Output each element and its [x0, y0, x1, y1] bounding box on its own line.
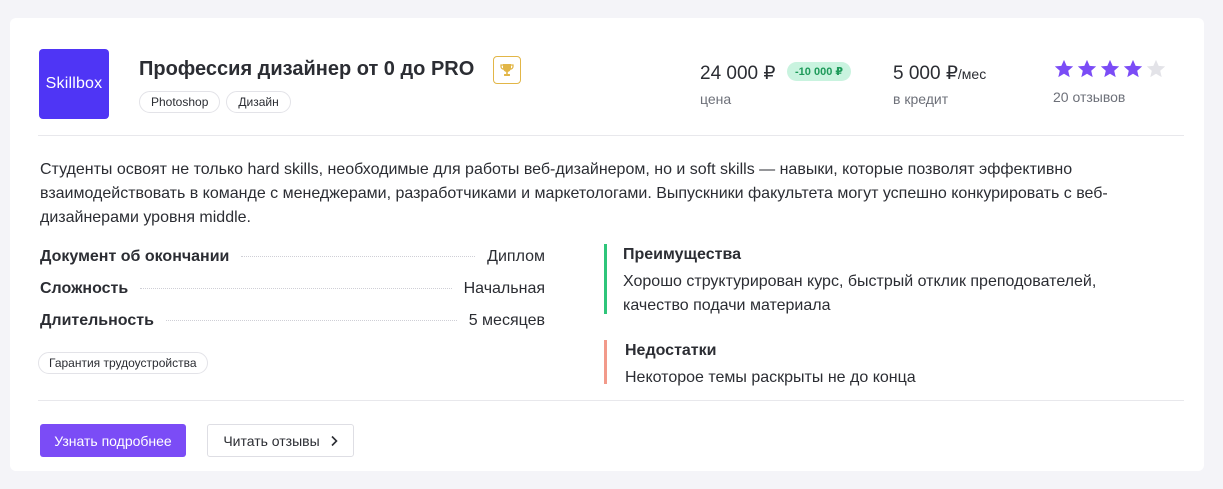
- spec-value: Начальная: [463, 280, 545, 297]
- trophy-icon: [493, 56, 521, 84]
- spec-label: Документ об окончании: [40, 248, 230, 265]
- spec-row-duration: Длительность 5 месяцев: [40, 312, 545, 344]
- school-logo[interactable]: Skillbox: [39, 49, 109, 119]
- spec-label: Длительность: [40, 312, 154, 329]
- guarantee-badge: Гарантия трудоустройства: [38, 352, 208, 374]
- rating-block: 20 отзывов: [1053, 58, 1167, 105]
- course-tags: Photoshop Дизайн: [139, 91, 291, 113]
- cons-title: Недостатки: [625, 342, 717, 359]
- learn-more-button[interactable]: Узнать подробнее: [40, 424, 186, 457]
- star-rating: [1053, 58, 1167, 80]
- spec-value: 5 месяцев: [468, 312, 545, 329]
- price-label: цена: [700, 91, 732, 107]
- divider: [38, 400, 1184, 401]
- price-value: 24 000 ₽: [700, 63, 776, 84]
- star-icon: [1146, 59, 1166, 78]
- spec-leader: [165, 320, 457, 321]
- tag-photoshop[interactable]: Photoshop: [139, 91, 221, 113]
- course-description: Студенты освоят не только hard skills, н…: [40, 161, 1108, 226]
- spec-value: Диплом: [487, 248, 545, 265]
- reviews-count[interactable]: 20 отзывов: [1053, 89, 1167, 105]
- cons-block: Недостатки Некоторое темы раскрыты не до…: [604, 340, 1155, 386]
- chevron-right-icon: [331, 435, 338, 446]
- spec-leader: [140, 288, 452, 289]
- course-card: Skillbox Профессия дизайнер от 0 до PRO …: [10, 18, 1204, 471]
- star-icon: [1054, 59, 1074, 78]
- spec-leader: [241, 256, 476, 257]
- pros-block: Преимущества Хорошо структурирован курс,…: [604, 244, 1153, 314]
- credit-label: в кредит: [893, 91, 949, 107]
- cons-text: Некоторое темы раскрыты не до конца: [625, 369, 916, 386]
- course-title[interactable]: Профессия дизайнер от 0 до PRO: [139, 58, 474, 81]
- read-reviews-label: Читать отзывы: [223, 432, 320, 449]
- star-icon: [1123, 59, 1143, 78]
- course-specs: Документ об окончании Диплом Сложность Н…: [40, 248, 545, 344]
- credit-unit: /мес: [957, 66, 987, 82]
- credit-value: 5 000 ₽/мес: [893, 62, 986, 85]
- tag-design[interactable]: Дизайн: [226, 91, 291, 113]
- credit-amount: 5 000 ₽: [893, 63, 958, 84]
- spec-row-document: Документ об окончании Диплом: [40, 248, 545, 280]
- spec-label: Сложность: [40, 280, 129, 297]
- star-icon: [1100, 59, 1120, 78]
- read-reviews-button[interactable]: Читать отзывы: [207, 424, 354, 457]
- pros-title: Преимущества: [623, 246, 741, 263]
- pros-text: Хорошо структурирован курс, быстрый откл…: [623, 273, 1097, 314]
- star-icon: [1077, 59, 1097, 78]
- credit-block: 5 000 ₽/мес в кредит: [893, 62, 986, 107]
- divider: [38, 135, 1184, 136]
- discount-badge: -10 000 ₽: [787, 62, 852, 81]
- spec-row-difficulty: Сложность Начальная: [40, 280, 545, 312]
- price-block: 24 000 ₽ -10 000 ₽ цена: [700, 62, 852, 107]
- school-logo-text: Skillbox: [45, 75, 103, 92]
